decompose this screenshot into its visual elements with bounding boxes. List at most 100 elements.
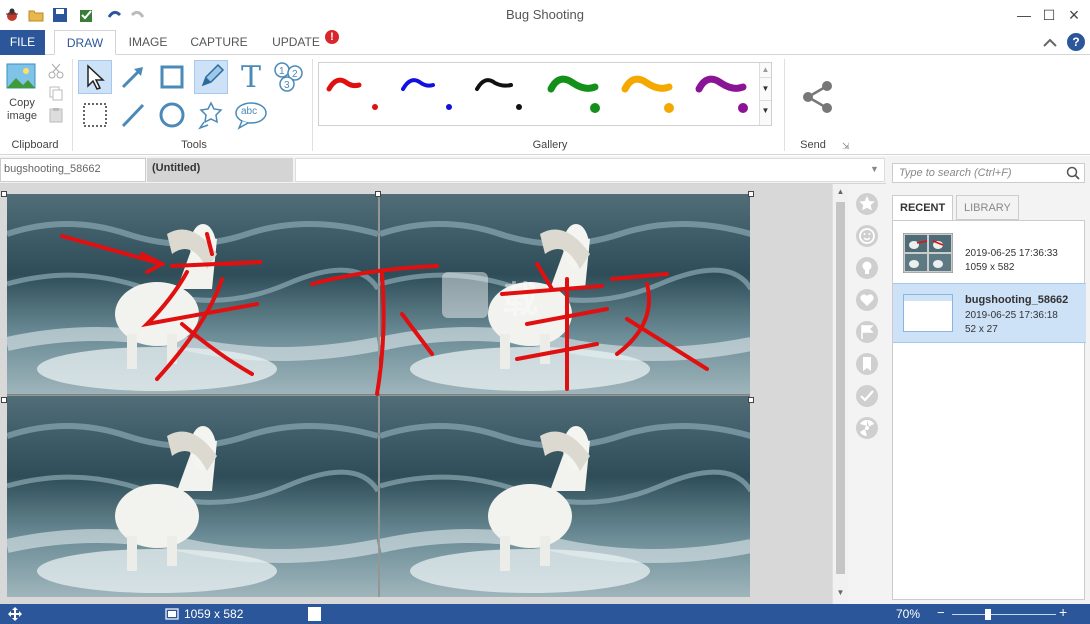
bookmark-icon[interactable] bbox=[855, 352, 879, 376]
document-tabs: bugshooting_58662 (Untitled) ▼ bbox=[0, 156, 890, 184]
selection-rect-tool[interactable] bbox=[78, 98, 112, 132]
lightbulb-icon[interactable] bbox=[855, 256, 879, 280]
status-bar: 1059 x 582 70% − + bbox=[0, 604, 1090, 624]
scroll-up-icon[interactable]: ▲ bbox=[833, 187, 848, 196]
arrow-tool[interactable] bbox=[116, 60, 150, 94]
green-pen-style[interactable] bbox=[545, 73, 607, 117]
share-icon bbox=[803, 81, 832, 113]
style-gallery: ▲ ▼ ▼ bbox=[318, 62, 772, 126]
title-bar: Bug Shooting — ☐ × bbox=[0, 0, 1090, 30]
zoom-out-icon[interactable]: − bbox=[937, 605, 945, 620]
resize-handle[interactable] bbox=[375, 191, 381, 197]
svg-text:1: 1 bbox=[279, 66, 285, 77]
thumbnail-image bbox=[903, 294, 953, 332]
radiation-icon[interactable] bbox=[855, 416, 879, 440]
vertical-scrollbar[interactable]: ▲ ▼ bbox=[832, 184, 848, 604]
red-pen-style[interactable] bbox=[323, 73, 385, 117]
thumbnail-image bbox=[903, 233, 953, 273]
speech-star-icon bbox=[198, 101, 223, 130]
maximize-button[interactable]: ☐ bbox=[1035, 4, 1063, 26]
callout-tool[interactable] bbox=[194, 98, 228, 132]
resize-handle[interactable] bbox=[748, 191, 754, 197]
dialog-launcher-icon[interactable]: ⇲ bbox=[842, 141, 850, 152]
share-button[interactable] bbox=[800, 79, 836, 118]
list-item-selected[interactable]: bugshooting_58662 2019-06-25 17:36:18 52… bbox=[893, 283, 1086, 343]
copy-image-button[interactable]: Copy image bbox=[4, 61, 40, 127]
list-item[interactable]: 2019-06-25 17:36:33 1059 x 582 bbox=[893, 227, 1086, 287]
resize-handle[interactable] bbox=[1, 397, 7, 403]
paste-icon[interactable] bbox=[48, 107, 64, 126]
group-divider bbox=[312, 59, 313, 151]
zoom-slider[interactable] bbox=[952, 614, 1056, 615]
screenshot-image: 载 bbox=[7, 194, 750, 597]
recent-library-panel: Type to search (Ctrl+F) RECENT LIBRARY 2… bbox=[886, 156, 1090, 604]
balloon-tool[interactable]: abc bbox=[233, 98, 269, 132]
circle-icon bbox=[159, 102, 185, 128]
tab-capture[interactable]: CAPTURE bbox=[186, 30, 252, 55]
copy-image-label-2: image bbox=[7, 110, 37, 122]
pen-tool[interactable] bbox=[194, 60, 228, 94]
orange-pen-style[interactable] bbox=[619, 73, 681, 117]
tab-recent[interactable]: RECENT bbox=[892, 195, 954, 221]
send-group-label: Send bbox=[800, 139, 826, 151]
purple-pen-style[interactable] bbox=[693, 73, 755, 117]
zoom-slider-thumb[interactable] bbox=[985, 609, 992, 620]
copy-image-label-1: Copy bbox=[9, 97, 35, 109]
select-tool[interactable] bbox=[78, 60, 112, 94]
minimize-button[interactable]: — bbox=[1010, 4, 1038, 26]
color-swatch[interactable] bbox=[308, 607, 321, 621]
scroll-thumb[interactable] bbox=[836, 202, 845, 574]
star-icon[interactable] bbox=[855, 192, 879, 216]
tab-draw[interactable]: DRAW bbox=[54, 30, 116, 55]
tabs-dropdown-icon[interactable]: ▼ bbox=[870, 164, 879, 174]
move-icon[interactable] bbox=[8, 607, 22, 624]
editor-canvas[interactable]: 载 bbox=[0, 184, 848, 604]
balloon-text: abc bbox=[241, 106, 258, 117]
document-tab[interactable]: bugshooting_58662 bbox=[0, 158, 146, 182]
tab-update[interactable]: UPDATE bbox=[268, 30, 324, 55]
text-tool[interactable]: T bbox=[234, 59, 268, 95]
text-icon: T bbox=[240, 59, 261, 95]
ellipse-tool[interactable] bbox=[155, 98, 189, 132]
tab-image[interactable]: IMAGE bbox=[124, 30, 172, 55]
update-alert-icon: ! bbox=[325, 30, 339, 44]
document-tab-area bbox=[295, 158, 885, 182]
blue-pen-style[interactable] bbox=[397, 73, 459, 117]
arrow-icon bbox=[121, 67, 143, 89]
line-tool[interactable] bbox=[116, 98, 150, 132]
resize-handle[interactable] bbox=[748, 397, 754, 403]
heart-icon[interactable] bbox=[855, 288, 879, 312]
zoom-level: 70% bbox=[896, 607, 921, 621]
close-button[interactable]: × bbox=[1060, 4, 1088, 26]
stamp-toolbar bbox=[848, 184, 886, 604]
window-title: Bug Shooting bbox=[505, 7, 585, 22]
document-tab-active[interactable]: (Untitled) bbox=[147, 158, 293, 182]
scroll-down-icon[interactable]: ▼ bbox=[833, 588, 848, 597]
cut-icon[interactable] bbox=[48, 63, 64, 82]
search-input[interactable]: Type to search (Ctrl+F) bbox=[892, 163, 1085, 183]
rectangle-tool[interactable] bbox=[155, 60, 189, 94]
tab-file[interactable]: FILE bbox=[0, 30, 45, 55]
numbering-tool[interactable]: 123 bbox=[272, 60, 306, 94]
group-divider bbox=[784, 59, 785, 151]
recent-list: 2019-06-25 17:36:33 1059 x 582 bugshooti… bbox=[892, 220, 1086, 600]
flag-icon[interactable] bbox=[855, 320, 879, 344]
item-size: 1059 x 582 bbox=[965, 262, 1015, 273]
search-icon[interactable] bbox=[1066, 166, 1080, 183]
help-icon[interactable]: ? bbox=[1067, 33, 1085, 51]
resize-handle[interactable] bbox=[1, 191, 7, 197]
watermark-text: 载 bbox=[502, 280, 538, 321]
tools-group-label: Tools bbox=[181, 139, 207, 151]
dashed-rectangle-icon bbox=[83, 103, 107, 127]
line-icon bbox=[121, 103, 145, 128]
black-pen-style[interactable] bbox=[471, 73, 533, 117]
item-size: 52 x 27 bbox=[965, 324, 998, 335]
smiley-icon[interactable] bbox=[855, 224, 879, 248]
copy-icon[interactable] bbox=[48, 85, 64, 104]
rectangle-icon bbox=[160, 65, 184, 89]
tab-library[interactable]: LIBRARY bbox=[956, 195, 1019, 220]
gallery-scrollbar[interactable]: ▲ ▼ ▼ bbox=[759, 63, 771, 125]
checkmark-icon[interactable] bbox=[855, 384, 879, 408]
zoom-in-icon[interactable]: + bbox=[1059, 604, 1067, 620]
collapse-ribbon-icon[interactable] bbox=[1042, 36, 1058, 51]
